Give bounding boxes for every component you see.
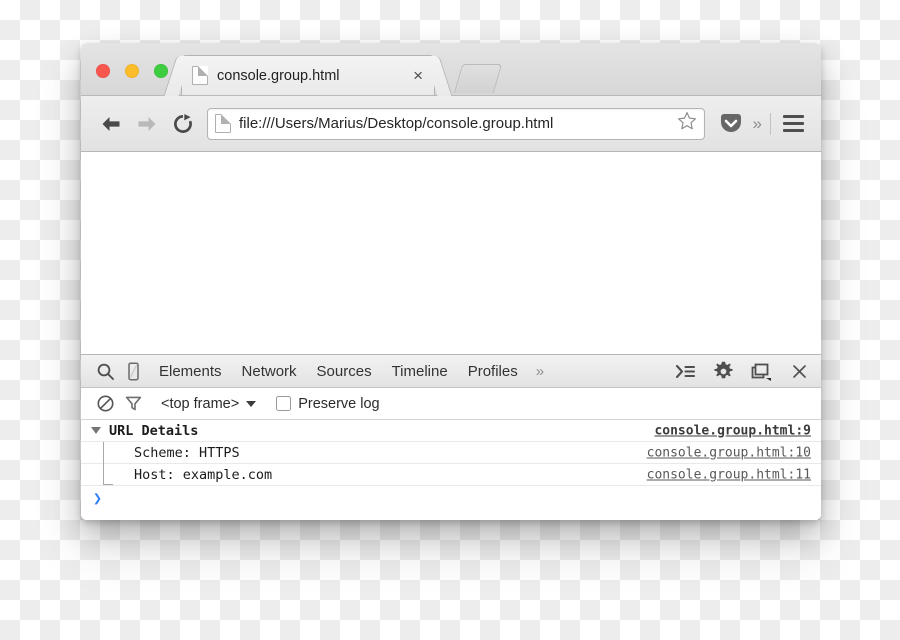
hamburger-icon-bar [782, 129, 804, 133]
page-viewport[interactable] [81, 152, 821, 354]
menu-button[interactable] [777, 109, 809, 139]
reload-icon [174, 113, 192, 133]
devtools-tabs: Elements Network Sources Timeline Profil… [159, 363, 518, 380]
reload-button[interactable] [165, 106, 201, 142]
group-nesting-line [103, 442, 113, 485]
new-tab-button[interactable] [453, 64, 503, 93]
devtools-tabs-overflow-button[interactable]: » [536, 363, 544, 380]
tab-sources[interactable]: Sources [317, 363, 372, 380]
devtools-toolbar-actions [671, 358, 813, 384]
hamburger-icon-bar [782, 121, 804, 126]
triangle-down-icon[interactable] [91, 427, 101, 434]
dock-position-button[interactable] [747, 358, 775, 384]
browser-window: console.group.html × file:///Users/Mariu… [81, 43, 821, 520]
page-icon [215, 113, 232, 133]
pocket-icon [720, 113, 741, 132]
forward-button[interactable] [129, 106, 165, 142]
bookmark-star-icon[interactable] [677, 111, 697, 136]
toolbar-divider [770, 112, 771, 135]
close-window-button[interactable] [96, 64, 110, 78]
execution-context-value: <top frame> [161, 395, 240, 412]
preserve-log-label: Preserve log [298, 395, 380, 412]
tab-network[interactable]: Network [242, 363, 297, 380]
address-bar[interactable]: file:///Users/Marius/Desktop/console.gro… [207, 107, 705, 140]
console-messages[interactable]: URL Details console.group.html:9 Scheme:… [81, 420, 821, 520]
close-devtools-button[interactable] [785, 358, 813, 384]
filter-funnel-icon [125, 396, 141, 411]
forward-arrow-icon [138, 116, 156, 131]
devtools-panel: Elements Network Sources Timeline Profil… [81, 354, 821, 520]
minimize-window-button[interactable] [125, 64, 139, 78]
source-link[interactable]: console.group.html:11 [647, 467, 811, 482]
settings-button[interactable] [709, 358, 737, 384]
source-link[interactable]: console.group.html:10 [647, 445, 811, 460]
zoom-window-button[interactable] [154, 64, 168, 78]
device-toggle-button[interactable] [119, 358, 147, 384]
preserve-log-toggle[interactable]: Preserve log [276, 395, 380, 412]
prompt-chevron-icon: ❯ [93, 489, 103, 507]
console-message-row[interactable]: Host: example.com console.group.html:11 [81, 464, 821, 486]
tab-elements[interactable]: Elements [159, 363, 222, 380]
devtools-toolbar: Elements Network Sources Timeline Profil… [81, 354, 821, 388]
search-icon [97, 363, 114, 380]
preserve-log-checkbox[interactable] [276, 396, 292, 411]
close-icon[interactable]: × [410, 66, 426, 85]
tab-strip: console.group.html × [81, 43, 821, 96]
navigation-toolbar: file:///Users/Marius/Desktop/console.gro… [81, 96, 821, 152]
pocket-button[interactable] [717, 110, 745, 138]
tab-profiles[interactable]: Profiles [468, 363, 518, 380]
tab-timeline[interactable]: Timeline [392, 363, 448, 380]
console-filter-bar: <top frame> Preserve log [81, 388, 821, 420]
close-icon [792, 364, 806, 378]
clear-console-button[interactable] [91, 391, 119, 417]
tab-title: console.group.html [217, 67, 340, 84]
search-button[interactable] [91, 358, 119, 384]
console-message-row[interactable]: Scheme: HTTPS console.group.html:10 [81, 442, 821, 464]
device-toggle-icon [127, 361, 139, 380]
console-message-text: Host: example.com [134, 466, 273, 483]
back-button[interactable] [93, 106, 129, 142]
console-drawer-icon [675, 364, 695, 378]
console-message-text: Scheme: HTTPS [134, 444, 240, 461]
console-drawer-button[interactable] [671, 358, 699, 384]
console-prompt[interactable]: ❯ [81, 486, 821, 510]
page-icon [192, 66, 208, 85]
window-controls [96, 64, 168, 78]
back-arrow-icon [102, 116, 120, 131]
clear-console-icon [97, 395, 113, 412]
filter-button[interactable] [119, 391, 147, 417]
dock-position-icon [751, 363, 771, 381]
gear-icon [713, 361, 733, 378]
source-link[interactable]: console.group.html:9 [654, 423, 811, 438]
browser-tab-active[interactable]: console.group.html × [181, 55, 435, 95]
console-message-text: URL Details [109, 422, 199, 439]
hamburger-icon-bar [782, 114, 804, 118]
url-text[interactable]: file:///Users/Marius/Desktop/console.gro… [239, 115, 673, 132]
chevron-down-icon [246, 400, 257, 407]
toolbar-overflow-button[interactable]: » [745, 114, 770, 134]
console-group-row[interactable]: URL Details console.group.html:9 [81, 420, 821, 442]
execution-context-selector[interactable]: <top frame> [161, 395, 257, 412]
